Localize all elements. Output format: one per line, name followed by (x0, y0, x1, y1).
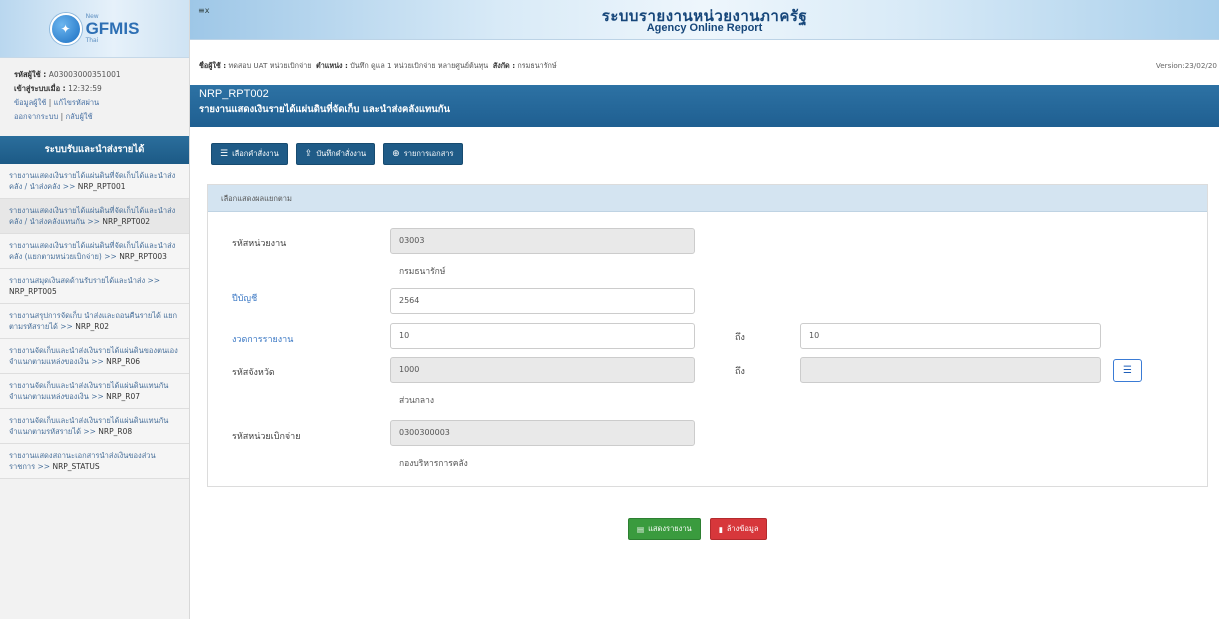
logo-area: ✦ New GFMIS Thai (0, 0, 189, 58)
menu-item-text: รายงานจัดเก็บและนำส่งเงินรายได้แผ่นดินขอ… (9, 346, 178, 366)
clear-data-label: ล้างข้อมูล (726, 524, 759, 533)
sidebar-item-nrp-rpt001[interactable]: รายงานแสดงเงินรายได้แผ่นดินที่จัดเก็บได้… (0, 164, 189, 199)
disbursement-unit-name: กองบริหารการคลัง (399, 459, 468, 469)
sidebar-item-nrp-r08[interactable]: รายงานจัดเก็บและนำส่งเงินรายได้แผ่นดินแท… (0, 409, 189, 444)
clear-data-button[interactable]: ▮ ล้างข้อมูล (709, 518, 768, 540)
menu-list: รายงานแสดงเงินรายได้แผ่นดินที่จัดเก็บได้… (0, 164, 189, 479)
plus-circle-icon: ⊕ (392, 149, 400, 159)
sidebar-item-nrp-rpt003[interactable]: รายงานแสดงเงินรายได้แผ่นดินที่จัดเก็บได้… (0, 234, 189, 269)
agency-name: กรมธนารักษ์ (399, 267, 446, 277)
login-time-label: เข้าสู่ระบบเมื่อ : (14, 84, 66, 93)
menu-item-code: NRP_RPT002 (102, 217, 151, 226)
user-id-label: รหัสผู้ใช้ : (14, 70, 47, 79)
top-banner: ≡x ระบบรายงานหน่วยงานภาครัฐ Agency Onlin… (190, 0, 1219, 40)
list-icon: ☰ (1123, 365, 1132, 376)
user-info: รหัสผู้ใช้ : A03003000351001 เข้าสู่ระบบ… (14, 70, 121, 121)
gfmis-logo[interactable]: ✦ New GFMIS Thai (49, 12, 140, 45)
menu-item-code: NRP_R02 (75, 322, 110, 331)
select-command-button[interactable]: ☰ เลือกคำสั่งงาน (211, 143, 288, 165)
logo-name: GFMIS (85, 19, 140, 38)
menu-header: ระบบรับและนำส่งรายได้ (0, 136, 189, 164)
logo-emblem-icon: ✦ (49, 12, 82, 45)
page-code: NRP_RPT002 (199, 88, 269, 100)
sidebar-item-nrp-rpt005[interactable]: รายงานสมุดเงินสดด้านรับรายได้และนำส่ง >>… (0, 269, 189, 304)
sidebar-item-nrp-r06[interactable]: รายงานจัดเก็บและนำส่งเงินรายได้แผ่นดินขอ… (0, 339, 189, 374)
menu-item-text: รายงานแสดงเงินรายได้แผ่นดินที่จัดเก็บได้… (9, 206, 176, 226)
document-list-button[interactable]: ⊕ รายการเอกสาร (383, 143, 463, 165)
agency-label: รหัสหน่วยงาน (232, 239, 287, 249)
menu-item-text: รายงานสมุดเงินสดด้านรับรายได้และนำส่ง >> (9, 276, 161, 285)
sidebar-item-nrp-r07[interactable]: รายงานจัดเก็บและนำส่งเงินรายได้แผ่นดินแท… (0, 374, 189, 409)
list-icon: ☰ (220, 149, 229, 159)
menu-item-code: NRP_RPT003 (119, 252, 167, 261)
logout-link[interactable]: ออกจากระบบ (14, 112, 58, 121)
position-value: บันทึก ดูแล 1 หน่วยเบิกจ่าย หลายศูนย์ต้น… (350, 61, 489, 70)
page-title: รายงานแสดงเงินรายได้แผ่นดินที่จัดเก็บ แล… (199, 104, 450, 115)
select-command-label: เลือกคำสั่งงาน (232, 149, 279, 158)
menu-item-code: NRP_RPT001 (77, 182, 126, 191)
dept-label: สังกัด : (492, 61, 516, 70)
sidebar-item-nrp-r02[interactable]: รายงานสรุปการจัดเก็บ นำส่งและถอนคืนรายได… (0, 304, 189, 339)
menu-item-text: รายงานจัดเก็บและนำส่งเงินรายได้แผ่นดินแท… (9, 416, 169, 436)
sidebar-item-nrp-status[interactable]: รายงานแสดงสถานะเอกสารนำส่งเงินของส่วนราช… (0, 444, 189, 479)
fiscal-year-field[interactable]: 2564 (390, 288, 695, 314)
province-code-field[interactable]: 1000 (390, 357, 695, 383)
user-name: ทดสอบ UAT หน่วยเบิกจ่าย (228, 61, 312, 70)
menu-item-code: NRP_R08 (98, 427, 133, 436)
dept-value: กรมธนารักษ์ (517, 61, 557, 70)
period-from-field[interactable]: 10 (390, 323, 695, 349)
province-search-button[interactable]: ☰ (1113, 359, 1142, 382)
action-buttons: ▤ แสดงรายงาน ▮ ล้างข้อมูล (628, 518, 768, 540)
version-text: Version:23/02/20 (1155, 61, 1217, 70)
logo-sub-text: Thai (85, 37, 99, 44)
menu-item-code: NRP_R06 (106, 357, 141, 366)
sidebar-item-nrp-rpt002[interactable]: รายงานแสดงเงินรายได้แผ่นดินที่จัดเก็บได้… (0, 199, 189, 234)
show-report-label: แสดงรายงาน (648, 524, 692, 533)
user-label: ชื่อผู้ใช้ : (199, 61, 227, 70)
back-link[interactable]: กลับผู้ใช้ (66, 112, 93, 121)
save-command-button[interactable]: ⇪ บันทึกคำสั่งงาน (295, 143, 376, 165)
save-command-label: บันทึกคำสั่งงาน (316, 149, 367, 158)
menu-item-text: รายงานจัดเก็บและนำส่งเงินรายได้แผ่นดินแท… (9, 381, 169, 401)
province-label: รหัสจังหวัด (232, 368, 275, 378)
show-report-button[interactable]: ▤ แสดงรายงาน (628, 518, 701, 540)
fiscal-year-label: ปีบัญชี (232, 294, 258, 304)
profile-link[interactable]: ข้อมูลผู้ใช้ (14, 98, 46, 107)
user-bar: ชื่อผู้ใช้ : ทดสอบ UAT หน่วยเบิกจ่าย ตำแ… (190, 61, 1219, 75)
trash-icon: ▮ (718, 524, 723, 534)
system-subtitle: Agency Online Report (646, 22, 763, 34)
menu-item-code: NRP_STATUS (52, 462, 100, 471)
toolbar: ☰ เลือกคำสั่งงาน ⇪ บันทึกคำสั่งงาน ⊕ ราย… (211, 143, 463, 165)
change-password-link[interactable]: แก้ไขรหัสผ่าน (54, 98, 100, 107)
menu-item-code: NRP_RPT005 (9, 287, 57, 296)
disbursement-unit-label: รหัสหน่วยเบิกจ่าย (232, 432, 301, 442)
province-to-field[interactable] (800, 357, 1101, 383)
document-list-label: รายการเอกสาร (403, 149, 454, 158)
user-id-value: A03003000351001 (48, 70, 121, 79)
menu-item-code: NRP_R07 (106, 392, 141, 401)
sidebar: ✦ New GFMIS Thai รหัสผู้ใช้ : A030030003… (0, 0, 190, 619)
page-header: NRP_RPT002 รายงานแสดงเงินรายได้แผ่นดินที… (190, 85, 1219, 127)
login-time-value: 12:32:59 (68, 84, 102, 93)
panel-header: เลือกแสดงผลแยกตาม (208, 185, 1207, 212)
report-icon: ▤ (637, 524, 645, 534)
province-name: ส่วนกลาง (399, 396, 435, 406)
period-label: งวดการรายงาน (232, 335, 294, 345)
province-to-label: ถึง (735, 367, 745, 377)
disbursement-unit-field[interactable]: 0300300003 (390, 420, 695, 446)
agency-code-field[interactable]: 03003 (390, 228, 695, 254)
position-label: ตำแหน่ง : (316, 61, 348, 70)
upload-icon: ⇪ (304, 149, 313, 159)
period-to-field[interactable]: 10 (800, 323, 1101, 349)
period-to-label: ถึง (735, 333, 745, 343)
